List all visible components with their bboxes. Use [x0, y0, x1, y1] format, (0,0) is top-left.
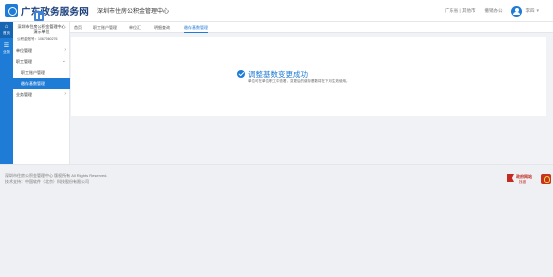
- page-footer: 深圳市住房公积金管理中心 版权所有 All Rights Reserved. 技…: [0, 164, 553, 277]
- page-tabs: 首页 职工账户管理 单位汇 明细查询 缴存基数管理: [70, 22, 553, 33]
- chevron-right-icon: ›: [64, 91, 66, 97]
- sidebar-item-label: 职工管理: [16, 59, 32, 64]
- region-switch-link[interactable]: 广东省 | 其他市: [445, 8, 476, 14]
- tab-employee-account[interactable]: 职工账户管理: [93, 22, 117, 33]
- sidebar-item-label: 缴存基数管理: [21, 81, 45, 86]
- sidebar-item-employee-account[interactable]: 职工账户管理: [13, 67, 70, 78]
- organization-icon: [34, 11, 44, 21]
- success-check-icon: [237, 70, 245, 78]
- red-flag-icon: [507, 174, 514, 182]
- sidebar-item-unit-management[interactable]: 单位管理 ›: [13, 45, 70, 56]
- party-government-emblem-icon[interactable]: [541, 174, 551, 184]
- organization-name: 深圳市住房公积金管理中心演示单位: [17, 24, 66, 34]
- user-name[interactable]: 李四: [525, 8, 534, 14]
- rail-item-home[interactable]: ⌂ 首页: [0, 22, 13, 38]
- sidebar-item-label: 职工账户管理: [21, 70, 45, 75]
- sidebar-item-label: 业务管理: [16, 92, 32, 97]
- app-rail: ⌂ 首页 ☰ 业务: [0, 22, 13, 164]
- chevron-right-icon: ›: [64, 47, 66, 53]
- chevron-down-icon: ⌄: [61, 58, 66, 64]
- rail-item-business[interactable]: ☰ 业务: [0, 41, 13, 57]
- sidebar-item-contribution-base[interactable]: 缴存基数管理: [13, 78, 70, 89]
- sidebar-item-business-management[interactable]: 业务管理 ›: [13, 89, 70, 100]
- rail-label-home: 首页: [3, 31, 10, 35]
- top-header: 广东政务服务网 深圳市住房公积金管理中心 广东省 | 其他市 撤销办公 李四 ▾: [0, 0, 553, 22]
- organization-account: 公积金账号：1067060276: [17, 37, 58, 41]
- government-website-badge[interactable]: 政府网站 找错: [507, 173, 537, 188]
- sidebar-item-employee-management[interactable]: 职工管理 ⌄: [13, 56, 70, 67]
- result-card: 调整基数变更成功 单位可在单位职工中查看，变更后的缴存基数将在下月生效使用。: [71, 37, 546, 116]
- sidebar-item-label: 单位管理: [16, 48, 32, 53]
- tab-detail-query[interactable]: 明细查询: [154, 22, 170, 33]
- site-brand[interactable]: 广东政务服务网: [21, 4, 89, 18]
- list-icon: ☰: [3, 43, 10, 49]
- portal-name: 深圳市住房公积金管理中心: [97, 9, 170, 15]
- badge-action: 找错: [519, 180, 526, 184]
- success-note: 单位可在单位职工中查看，变更后的缴存基数将在下月生效使用。: [248, 79, 350, 83]
- tab-home[interactable]: 首页: [74, 22, 82, 33]
- footer-support: 技术支持：中国软件（北京）科技股份有限公司: [5, 179, 89, 184]
- logout-office-link[interactable]: 撤销办公: [484, 8, 502, 14]
- tab-contribution-base[interactable]: 缴存基数管理: [184, 22, 208, 33]
- tab-unit-remittance[interactable]: 单位汇: [129, 22, 141, 33]
- avatar-icon[interactable]: [511, 5, 523, 17]
- guangdong-logo-icon: [5, 4, 18, 17]
- sidebar-menu: 单位管理 › 职工管理 ⌄ 职工账户管理 缴存基数管理 业务管理 ›: [13, 45, 70, 100]
- chevron-down-icon[interactable]: ▾: [536, 8, 539, 14]
- rail-label-business: 业务: [3, 50, 10, 54]
- header-actions: 广东省 | 其他市 撤销办公 李四 ▾: [445, 0, 553, 22]
- home-icon: ⌂: [4, 24, 9, 30]
